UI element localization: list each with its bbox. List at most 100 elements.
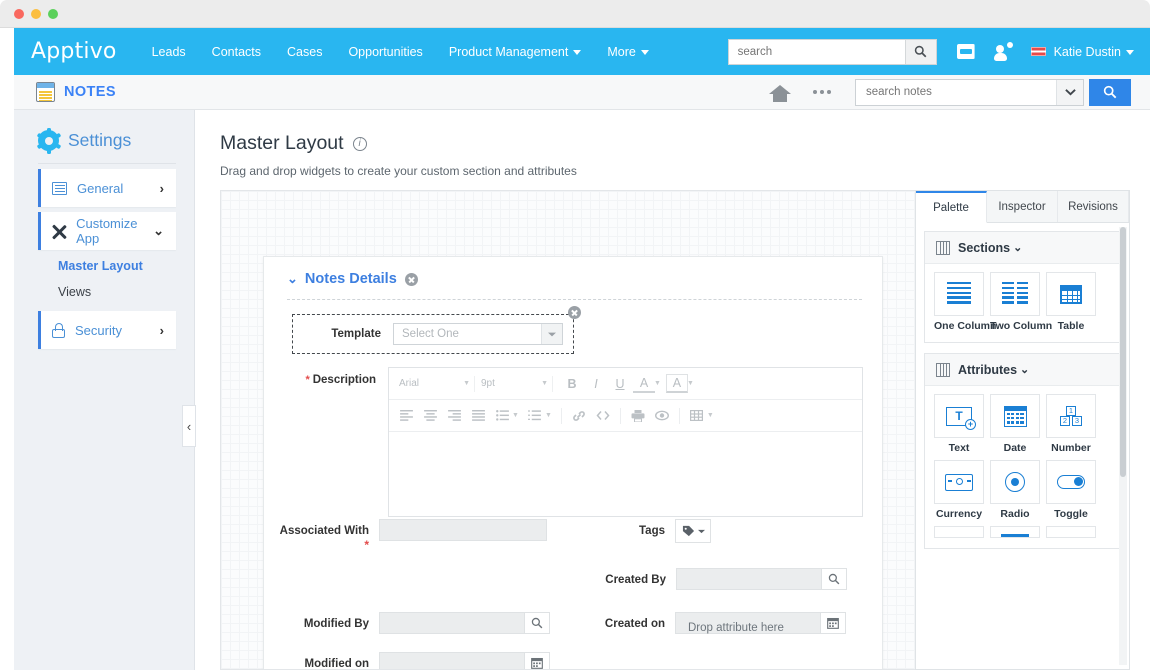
preview-button[interactable] [651, 406, 673, 425]
attributes-group-header[interactable]: Attributes ⌄ [925, 354, 1120, 386]
nav-item-cases[interactable]: Cases [274, 39, 335, 65]
palette-tile-two-column[interactable]: Two Column [990, 272, 1040, 332]
info-icon[interactable]: i [353, 137, 367, 151]
sidebar-item-security[interactable]: Security › [38, 311, 176, 349]
description-field-widget[interactable]: * Description Arial ▼ 9pt ▼ [264, 367, 882, 517]
bold-button[interactable]: B [561, 374, 583, 393]
top-right-controls: Katie Dustin [728, 39, 1134, 65]
nav-item-contacts[interactable]: Contacts [199, 39, 274, 65]
numbered-list-button[interactable] [524, 406, 546, 425]
calendar-icon[interactable] [821, 612, 846, 634]
nav-item-more[interactable]: More [594, 39, 661, 65]
field-modified-on[interactable]: Modified on [264, 652, 573, 670]
inbox-icon[interactable] [957, 44, 975, 59]
calendar-icon[interactable] [525, 652, 550, 670]
notes-search-input[interactable] [856, 80, 1056, 105]
template-select[interactable]: Select One [393, 323, 563, 345]
delete-field-icon[interactable] [568, 306, 581, 319]
user-menu[interactable]: Katie Dustin [1054, 45, 1134, 59]
chevron-down-icon[interactable]: ⌄ [1020, 363, 1029, 376]
field-input[interactable] [676, 568, 822, 590]
global-search-input[interactable] [729, 40, 905, 64]
palette-tile-radio[interactable]: Radio [990, 460, 1040, 520]
apptivo-logo[interactable]: Apptivo [31, 39, 117, 64]
palette-panel: Palette Inspector Revisions Sections ⌄ O… [915, 190, 1130, 670]
field-input[interactable] [379, 612, 525, 634]
nav-item-opportunities[interactable]: Opportunities [335, 39, 435, 65]
template-field-widget[interactable]: Template Select One [292, 314, 574, 354]
search-icon[interactable] [822, 568, 847, 590]
palette-tile-partial[interactable] [990, 526, 1040, 538]
page-title: Master Layout i [220, 132, 1150, 155]
form-section-card[interactable]: ⌄ Notes Details Template Select One [263, 256, 883, 670]
palette-tile-table[interactable]: Table [1046, 272, 1096, 332]
tab-inspector[interactable]: Inspector [987, 191, 1058, 222]
palette-tile-number[interactable]: 123 Number [1046, 394, 1096, 454]
tab-palette[interactable]: Palette [916, 191, 987, 223]
maximize-button[interactable] [48, 9, 58, 19]
palette-tile-date[interactable]: Date [990, 394, 1040, 454]
code-button[interactable] [592, 406, 614, 425]
palette-scrollbar-thumb[interactable] [1120, 227, 1126, 477]
align-right-button[interactable] [443, 406, 465, 425]
section-header[interactable]: ⌄ Notes Details [264, 257, 882, 287]
font-family-select[interactable]: Arial ▼ [395, 376, 475, 392]
sidebar-subitem-master-layout[interactable]: Master Layout [14, 250, 194, 273]
tags-dropdown[interactable] [675, 519, 711, 543]
bullet-list-button[interactable] [491, 406, 513, 425]
field-created-by[interactable]: Created By [574, 568, 882, 590]
delete-section-icon[interactable] [405, 273, 418, 286]
link-button[interactable] [568, 406, 590, 425]
print-button[interactable] [627, 406, 649, 425]
tab-revisions[interactable]: Revisions [1058, 191, 1129, 222]
sidebar-item-general[interactable]: General › [38, 169, 176, 207]
field-input[interactable] [379, 519, 547, 541]
search-icon[interactable] [525, 612, 550, 634]
chevron-down-icon[interactable]: ⌄ [1013, 241, 1022, 254]
nav-item-product-management[interactable]: Product Management [436, 39, 595, 65]
palette-tile-currency[interactable]: Currency [934, 460, 984, 520]
description-textarea[interactable] [389, 432, 862, 516]
close-button[interactable] [14, 9, 24, 19]
align-center-button[interactable] [419, 406, 441, 425]
underline-button[interactable]: U [609, 374, 631, 393]
italic-button[interactable]: I [585, 374, 607, 393]
field-associated-with[interactable]: Associated With * [264, 519, 573, 552]
palette-tile-partial[interactable] [934, 526, 984, 538]
sidebar-collapse-handle[interactable]: ‹ [182, 405, 196, 447]
home-icon[interactable] [769, 83, 791, 102]
palette-tile-text[interactable]: T+ Text [934, 394, 984, 454]
chevron-down-icon[interactable]: ▼ [512, 412, 519, 419]
align-justify-button[interactable] [467, 406, 489, 425]
palette-tile-toggle[interactable]: Toggle [1046, 460, 1096, 520]
field-modified-by[interactable]: Modified By [264, 612, 573, 634]
sections-group-header[interactable]: Sections ⌄ [925, 232, 1120, 264]
sidebar-item-customize-app[interactable]: Customize App ⌄ [38, 212, 176, 250]
chevron-down-icon[interactable]: ▼ [687, 380, 694, 387]
font-size-select[interactable]: 9pt ▼ [477, 376, 553, 392]
table-button[interactable] [686, 406, 708, 425]
nav-item-leads[interactable]: Leads [139, 39, 199, 65]
field-input[interactable] [379, 652, 525, 670]
chevron-down-icon[interactable]: ▼ [707, 412, 714, 419]
user-icon[interactable] [993, 42, 1013, 62]
font-color-button[interactable]: A [633, 374, 655, 393]
rich-text-editor[interactable]: Arial ▼ 9pt ▼ B I U A ▼ [388, 367, 863, 517]
minimize-button[interactable] [31, 9, 41, 19]
palette-tile-one-column[interactable]: One Column [934, 272, 984, 332]
chevron-down-icon[interactable]: ▼ [654, 380, 661, 387]
field-tags[interactable]: Tags [573, 519, 882, 552]
highlight-color-button[interactable]: A [666, 374, 688, 393]
palette-group-attributes: Attributes ⌄ T+ Text Date [924, 353, 1121, 549]
align-left-button[interactable] [395, 406, 417, 425]
global-search-button[interactable] [905, 40, 936, 64]
sidebar-subitem-views[interactable]: Views [14, 273, 194, 299]
palette-scrollbar[interactable] [1119, 227, 1127, 665]
notes-search-button[interactable] [1089, 79, 1131, 106]
ellipsis-icon[interactable] [813, 90, 831, 94]
chevron-down-icon[interactable]: ⌄ [287, 271, 298, 287]
palette-tile-partial[interactable] [1046, 526, 1096, 538]
chevron-down-icon[interactable] [541, 324, 562, 344]
chevron-down-icon[interactable]: ▼ [545, 412, 552, 419]
notes-search-dropdown[interactable] [1056, 80, 1083, 105]
